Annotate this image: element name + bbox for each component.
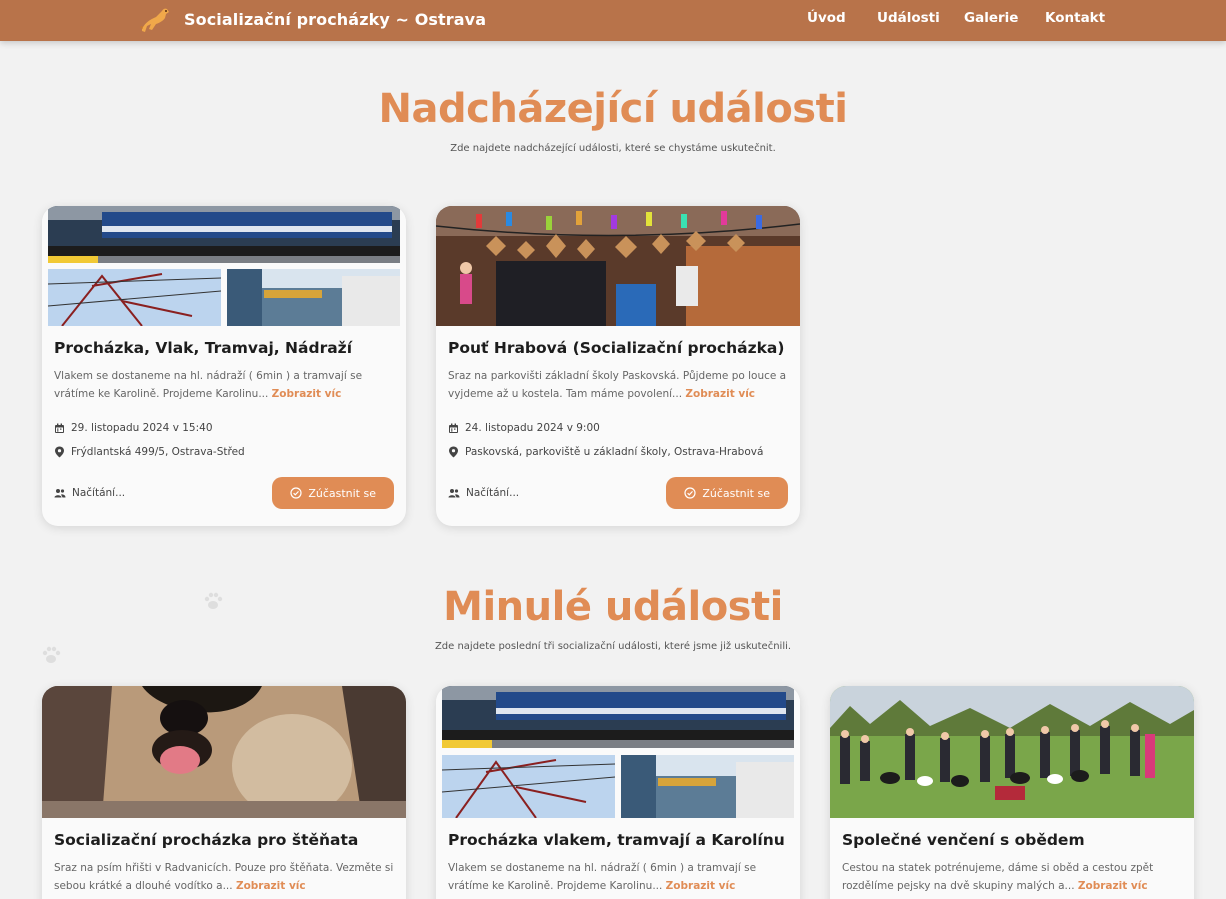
join-button[interactable]: Zúčastnit se [272,477,394,509]
event-date-text: 29. listopadu 2024 v 15:40 [71,422,213,434]
event-title: Společné venčení s obědem [842,831,1085,849]
event-card: Procházka, Vlak, Tramvaj, Nádraží Vlakem… [42,206,406,526]
event-title: Procházka vlakem, tramvají a Karolínu [448,831,785,849]
join-button-label: Zúčastnit se [702,486,770,500]
event-title: Procházka, Vlak, Tramvaj, Nádraží [54,339,353,357]
event-card: Socializační procházka pro štěňata Sraz … [42,686,406,899]
calendar-icon [55,423,64,433]
check-circle-icon [684,487,696,499]
users-icon [54,489,66,498]
event-date: 24. listopadu 2024 v 9:00 [448,419,788,437]
brand-title: Socializační procházky ~ Ostrava [184,9,487,29]
event-location-text: Frýdlantská 499/5, Ostrava-Střed [71,446,245,458]
attendees-text: Načítání... [72,487,126,499]
nav-link-uvod[interactable]: Úvod [807,10,846,26]
event-date-text: 24. listopadu 2024 v 9:00 [465,422,600,434]
event-image-collage[interactable] [436,686,800,818]
event-image[interactable] [42,686,406,818]
event-location: Paskovská, parkoviště u základní školy, … [448,443,788,461]
join-button-label: Zúčastnit se [308,486,376,500]
check-circle-icon [290,487,302,499]
event-title: Pouť Hrabová (Socializační procházka) [448,339,785,357]
nav-link-galerie[interactable]: Galerie [964,10,1018,26]
event-location: Frýdlantská 499/5, Ostrava-Střed [54,443,394,461]
event-description: Sraz na psím hřišti v Radvanicích. Pouze… [54,862,394,892]
show-more-link[interactable]: Zobrazit víc [1078,880,1148,892]
brand[interactable]: Socializační procházky ~ Ostrava [138,2,486,36]
map-pin-icon [55,446,64,458]
show-more-link[interactable]: Zobrazit víc [666,880,736,892]
map-pin-icon [449,446,458,458]
event-description: Vlakem se dostaneme na hl. nádraží ( 6mi… [448,862,757,892]
event-date: 29. listopadu 2024 v 15:40 [54,419,394,437]
calendar-icon [449,423,458,433]
users-icon [448,489,460,498]
past-subtitle: Zde najdete poslední tři socializační ud… [434,641,792,652]
navbar: Socializační procházky ~ Ostrava Úvod Ud… [0,0,1226,41]
event-card: Pouť Hrabová (Socializační procházka) Sr… [436,206,800,526]
event-location-text: Paskovská, parkoviště u základní školy, … [465,446,764,458]
event-title: Socializační procházka pro štěňata [54,831,359,849]
event-description: Cestou na statek potrénujeme, dáme si ob… [842,862,1154,892]
nav-link-kontakt[interactable]: Kontakt [1045,10,1105,26]
nav-link-udalosti[interactable]: Události [877,10,940,26]
show-more-link[interactable]: Zobrazit víc [272,388,342,400]
attendees-count: Načítání... [448,487,519,499]
join-button[interactable]: Zúčastnit se [666,477,788,509]
upcoming-subtitle: Zde najdete nadcházející události, které… [450,143,776,154]
event-card: Procházka vlakem, tramvají a Karolínu Vl… [436,686,800,899]
group-photo-image [830,686,1194,818]
fair-market-image [436,206,800,326]
dog-logo-icon [140,8,169,32]
event-description: Sraz na parkovišti základní školy Paskov… [448,370,787,400]
event-image-collage[interactable] [42,206,406,326]
show-more-link[interactable]: Zobrazit víc [685,388,755,400]
past-title: Minulé události [443,584,783,630]
puppy-image [42,686,406,818]
event-image[interactable] [830,686,1194,818]
train-collage-image [42,206,406,326]
upcoming-title: Nadcházející události [378,86,848,132]
attendees-text: Načítání... [466,487,520,499]
show-more-link[interactable]: Zobrazit víc [236,880,306,892]
train-collage-image [436,686,800,818]
event-card: Společné venčení s obědem Cestou na stat… [830,686,1194,899]
event-description: Vlakem se dostaneme na hl. nádraží ( 6mi… [54,370,363,400]
attendees-count: Načítání... [54,487,125,499]
event-image[interactable] [436,206,800,326]
